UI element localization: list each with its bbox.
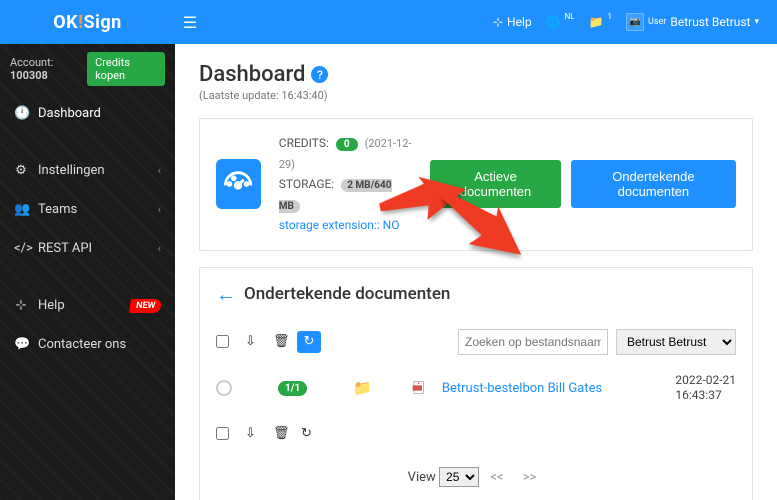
account-label: Account: 100308 xyxy=(10,56,87,82)
chevron-down-icon: ▾ xyxy=(754,17,759,27)
help-link[interactable]: ⊹ Help xyxy=(493,15,532,29)
storage-label: STORAGE: xyxy=(279,177,334,191)
trash-icon[interactable]: 🗑 xyxy=(269,422,285,445)
active-documents-button[interactable]: Actieve documenten xyxy=(430,160,561,208)
help-icon: ⊹ xyxy=(14,298,28,313)
trash-icon[interactable]: 🗑 xyxy=(269,330,285,353)
sidebar-item-label: Teams xyxy=(38,202,77,217)
sidebar-item-settings[interactable]: ⚙ Instellingen ‹ xyxy=(0,151,175,190)
sidebar-item-label: Dashboard xyxy=(38,106,101,121)
sidebar-item-dashboard[interactable]: 🕛 Dashboard xyxy=(0,94,175,133)
sidebar-item-label: Contacteer ons xyxy=(38,337,126,352)
sidebar-item-label: Help xyxy=(38,298,65,313)
sidebar-item-restapi[interactable]: </> REST API ‹ xyxy=(0,229,175,268)
chevron-left-icon: ‹ xyxy=(158,242,161,255)
select-all-checkbox-bottom[interactable] xyxy=(216,427,229,440)
globe-icon: 🌐 xyxy=(546,15,561,29)
section-title: Ondertekende documenten xyxy=(244,284,450,304)
code-icon: </> xyxy=(14,241,28,256)
app-logo: OK!Sign xyxy=(0,12,175,33)
owner-select[interactable]: Betrust Betrust xyxy=(616,329,736,355)
chevron-left-icon: ‹ xyxy=(158,164,161,177)
avatar-alt: User xyxy=(648,18,666,27)
storage-extension-link[interactable]: storage extension:: NO xyxy=(279,218,400,232)
refresh-button[interactable]: ↻ xyxy=(297,331,321,353)
sidebar-item-teams[interactable]: 👥 Teams ‹ xyxy=(0,190,175,229)
help-circle-icon[interactable]: ? xyxy=(311,66,328,83)
folder-icon[interactable]: 📁 xyxy=(353,379,372,397)
user-name: Betrust Betrust xyxy=(670,15,750,29)
inbox-link[interactable]: 📁 1 xyxy=(589,15,612,29)
new-badge: NEW xyxy=(129,299,162,313)
lang-code: NL xyxy=(565,12,575,21)
inbox-count: 1 xyxy=(608,12,613,21)
sign-count-badge: 1/1 xyxy=(278,381,307,396)
pager-label: View xyxy=(408,470,436,485)
gauge-tile-icon xyxy=(216,159,261,209)
signed-documents-button[interactable]: Ondertekende documenten xyxy=(571,160,736,208)
sidebar-item-contact[interactable]: 💬 Contacteer ons xyxy=(0,325,175,364)
back-arrow-icon[interactable]: ← xyxy=(216,282,236,307)
user-menu[interactable]: 📷 User Betrust Betrust ▾ xyxy=(626,13,759,31)
help-label: Help xyxy=(507,15,532,29)
last-update: (Laatste update: 16:43:40) xyxy=(199,89,753,102)
credits-label: CREDITS: xyxy=(279,136,329,150)
lang-switch[interactable]: 🌐 NL xyxy=(546,15,575,29)
gauge-icon: 🕛 xyxy=(14,106,28,121)
refresh-icon[interactable]: ↻ xyxy=(297,422,313,445)
download-icon[interactable]: ⇩ xyxy=(241,422,257,445)
sidebar-item-label: Instellingen xyxy=(38,163,105,178)
row-select-toggle[interactable] xyxy=(216,380,232,396)
inbox-icon: 📁 xyxy=(589,15,604,29)
gears-icon: ⚙ xyxy=(14,163,28,178)
help-icon: ⊹ xyxy=(493,15,503,29)
chat-icon: 💬 xyxy=(14,337,28,352)
chevron-left-icon: ‹ xyxy=(158,203,161,216)
pager-next[interactable]: >> xyxy=(523,470,537,485)
document-timestamp: 2022-02-21 16:43:37 xyxy=(675,373,736,404)
pdf-icon xyxy=(412,380,428,396)
page-title: Dashboard ? xyxy=(199,62,753,87)
document-row: 1/1 📁 Betrust-bestelbon Bill Gates 2022-… xyxy=(200,363,752,414)
document-link[interactable]: Betrust-bestelbon Bill Gates xyxy=(442,381,602,396)
menu-toggle-icon[interactable]: ☰ xyxy=(175,13,205,32)
select-all-checkbox[interactable] xyxy=(216,335,229,348)
credits-value: 0 xyxy=(336,138,358,151)
pager-prev[interactable]: << xyxy=(490,470,503,485)
buy-credits-button[interactable]: Credits kopen xyxy=(87,52,165,86)
sidebar-item-help[interactable]: ⊹ Help NEW xyxy=(0,286,175,325)
search-input[interactable] xyxy=(458,329,608,355)
avatar-broken-icon: 📷 xyxy=(626,13,644,31)
sidebar-item-label: REST API xyxy=(38,241,92,256)
download-icon[interactable]: ⇩ xyxy=(241,330,257,353)
users-icon: 👥 xyxy=(14,202,28,217)
page-size-select[interactable]: 25 xyxy=(439,467,479,487)
